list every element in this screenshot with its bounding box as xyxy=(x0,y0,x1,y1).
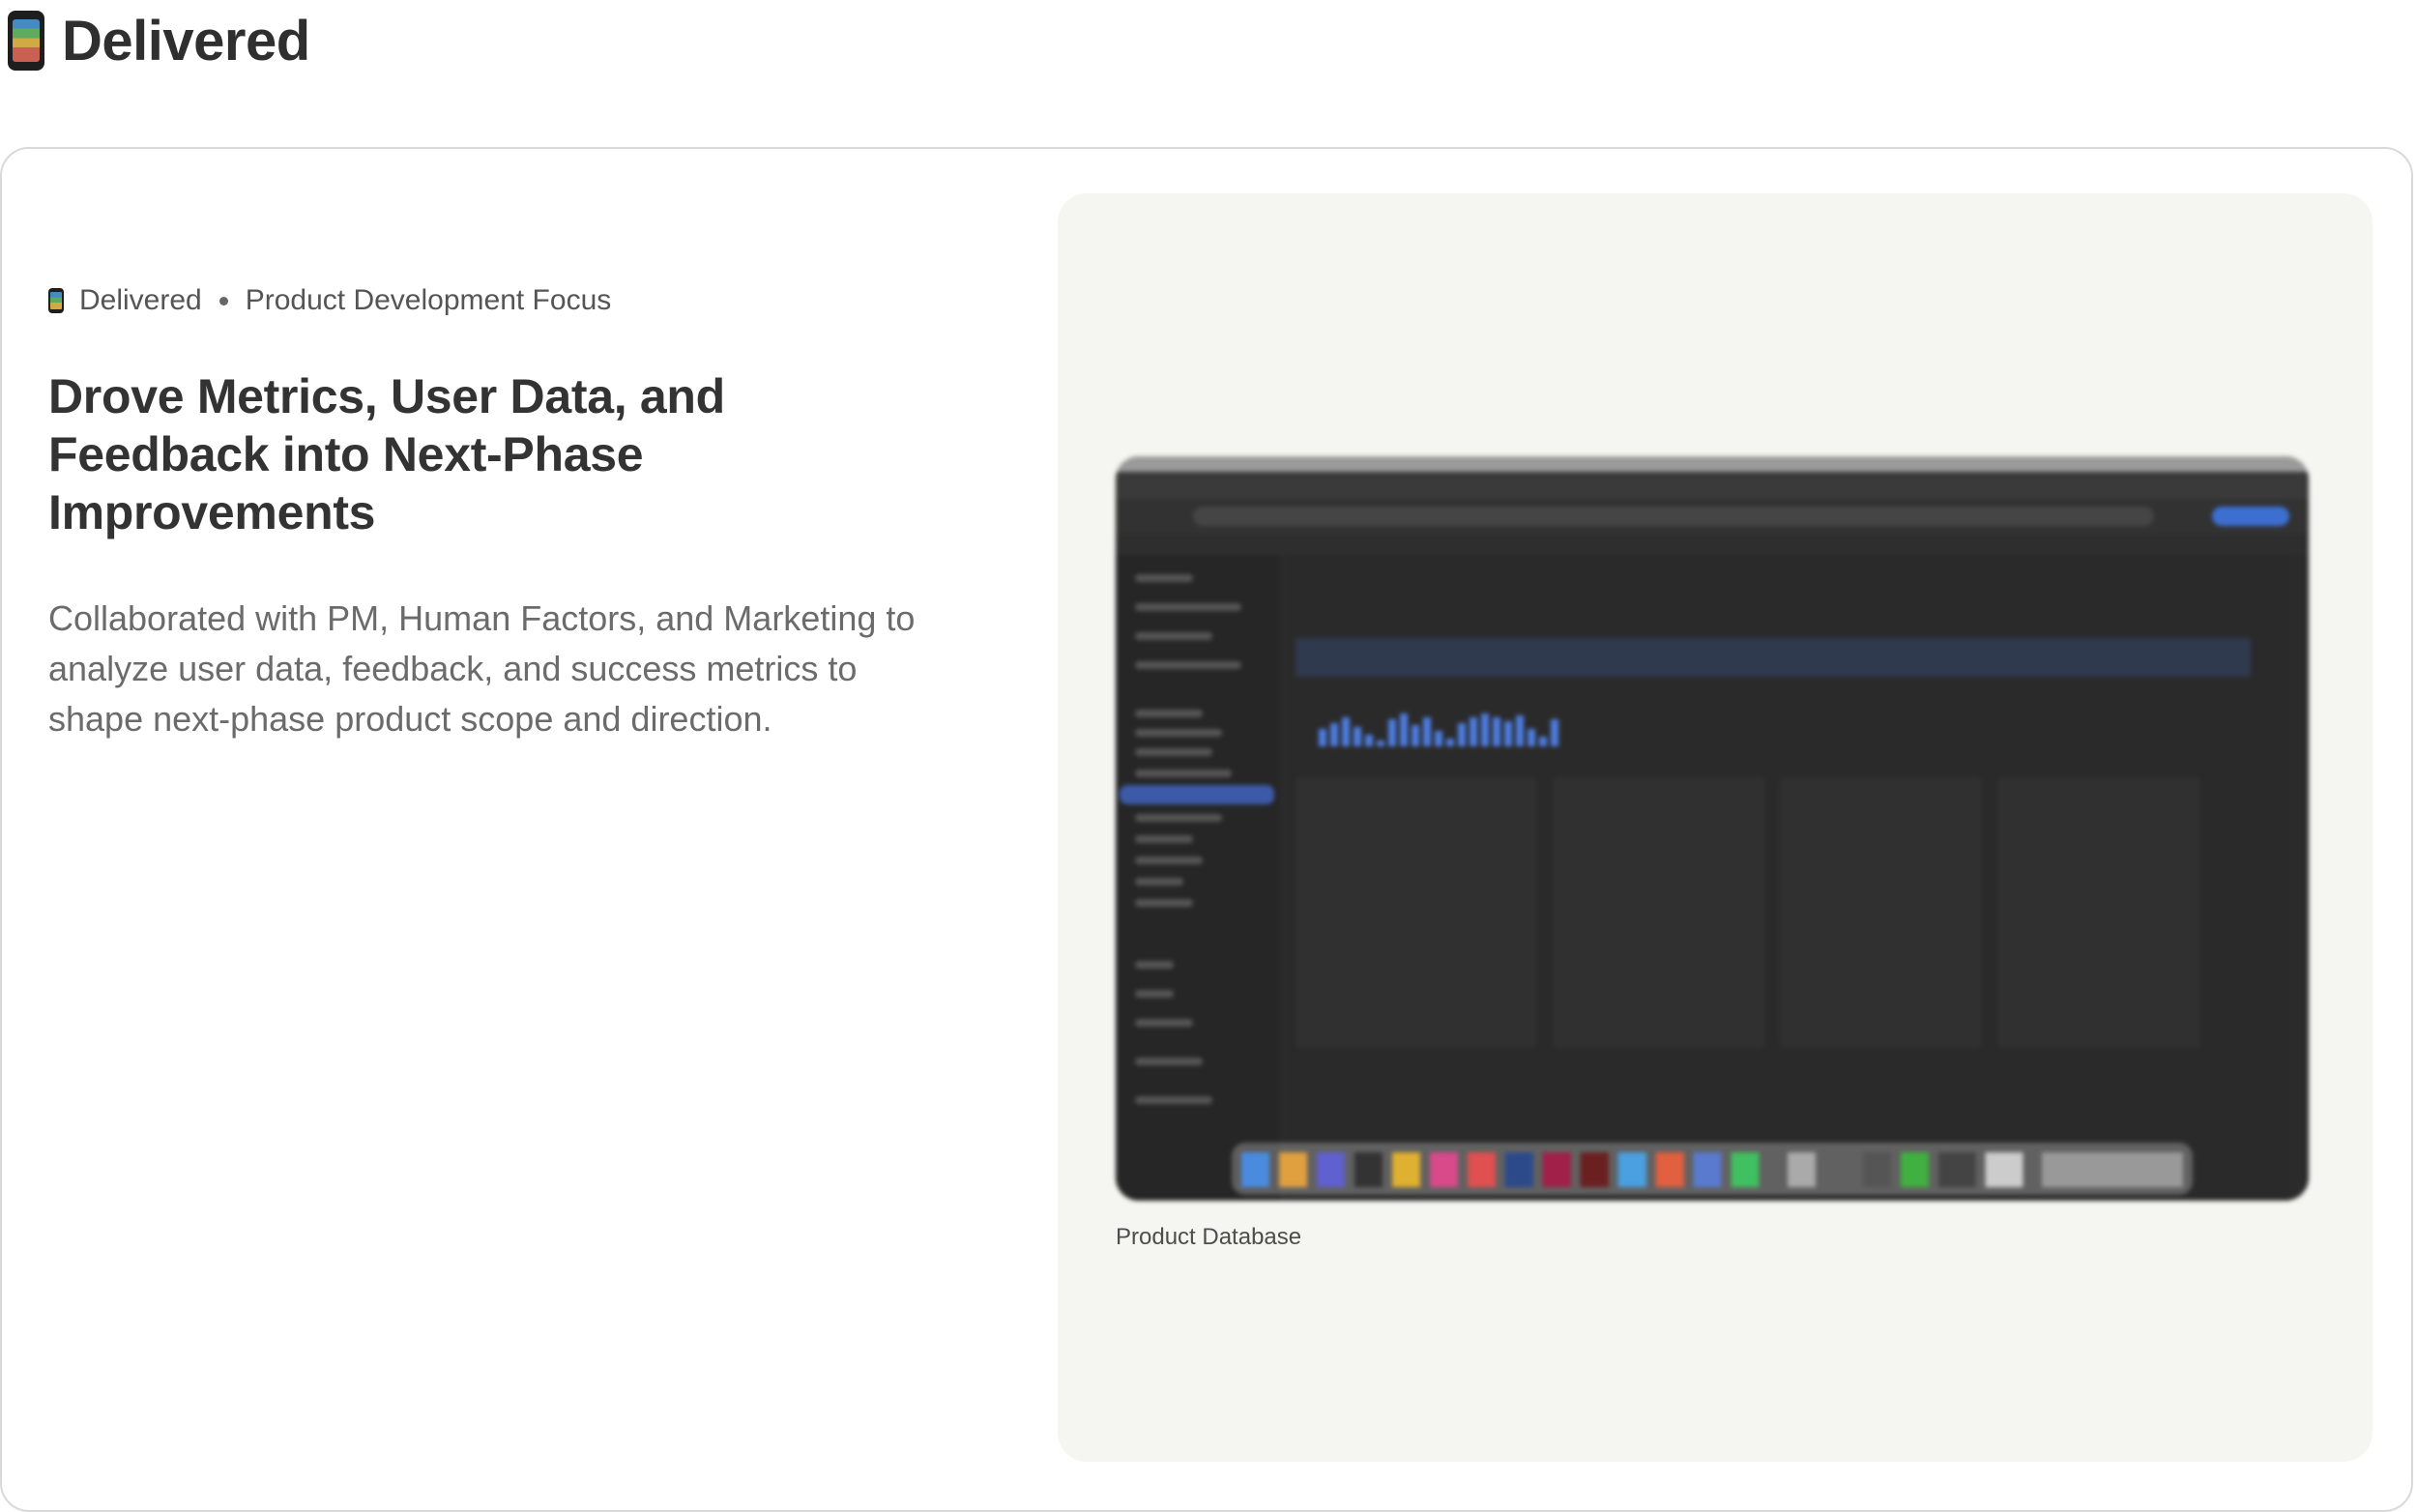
screenshot-panel xyxy=(1997,777,2200,1048)
product-database-screenshot[interactable] xyxy=(1116,456,2309,1201)
screenshot-tabbar xyxy=(1116,472,2309,499)
screenshot-panel xyxy=(1296,777,1537,1048)
page-title: Delivered xyxy=(62,9,310,73)
category-label: Product Development Focus xyxy=(245,284,612,316)
screenshot-sidebar xyxy=(1116,555,1280,1201)
project-card: Delivered Product Development Focus Drov… xyxy=(0,147,2413,1512)
screenshot-info-banner xyxy=(1296,638,2251,677)
screenshot-panel xyxy=(1779,777,1982,1048)
screenshot-bookmarks-bar xyxy=(1116,534,2309,555)
screenshot-url-pill xyxy=(1193,507,2154,526)
mobile-phone-icon xyxy=(8,11,44,71)
card-meta-row: Delivered Product Development Focus xyxy=(48,284,957,317)
screenshot-urlbar xyxy=(1116,499,2309,534)
card-text-column: Delivered Product Development Focus Drov… xyxy=(48,284,957,744)
mobile-phone-icon xyxy=(48,288,64,313)
status-label: Delivered xyxy=(79,284,202,316)
screenshot-menubar xyxy=(1116,456,2309,472)
card-description: Collaborated with PM, Human Factors, and… xyxy=(48,598,916,739)
page-header: Delivered xyxy=(8,6,310,75)
screenshot-panel xyxy=(1553,777,1765,1048)
media-caption: Product Database xyxy=(1116,1224,1302,1250)
media-panel: Product Database xyxy=(1058,193,2373,1462)
screenshot-dock-icons xyxy=(1241,1152,2183,1187)
screenshot-main-area xyxy=(1286,555,2289,1201)
screenshot-realtime-bars xyxy=(1319,708,1686,746)
card-heading: Drove Metrics, User Data, and Feedback i… xyxy=(48,369,725,539)
separator-dot-icon xyxy=(218,296,228,305)
screenshot-blue-button xyxy=(2212,507,2289,526)
